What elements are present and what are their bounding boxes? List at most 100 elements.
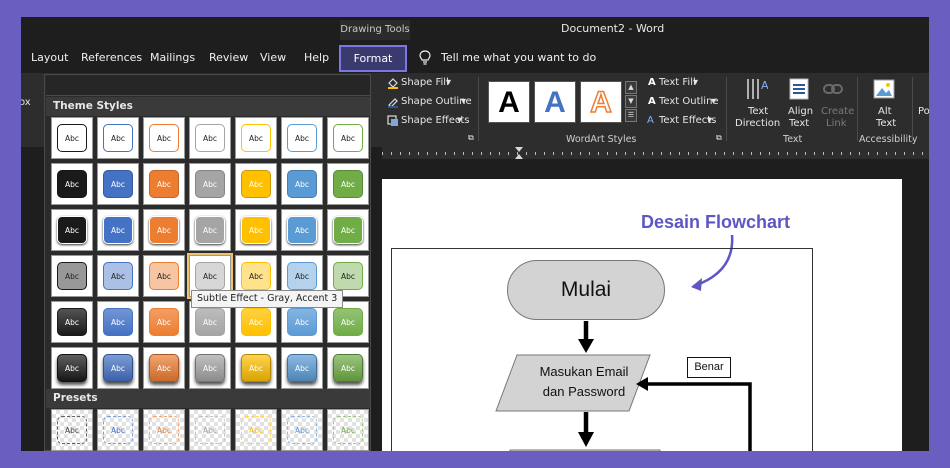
theme-style-tile-label: Abc (287, 170, 317, 198)
theme-style-tile[interactable]: Abc (235, 347, 277, 389)
document-title: Document2 - Word (561, 22, 665, 35)
text-fill-button[interactable]: Text Fill (659, 77, 696, 88)
theme-style-tile[interactable]: Abc (143, 301, 185, 343)
preset-style-tile[interactable]: Abc (143, 409, 185, 451)
chevron-down-icon: ▾ (693, 77, 699, 88)
dialog-launcher-icon[interactable]: ⧉ (716, 133, 722, 143)
preset-style-tile[interactable]: Abc (327, 409, 369, 451)
theme-style-tile[interactable]: Abc (51, 163, 93, 205)
theme-style-tile[interactable]: Abc (189, 209, 231, 251)
theme-style-tile[interactable]: Abc (189, 117, 231, 159)
theme-style-tile[interactable]: Abc (97, 163, 139, 205)
theme-style-tile[interactable]: Abc (189, 347, 231, 389)
theme-style-tile[interactable]: Abc (97, 347, 139, 389)
chevron-down-icon: ▾ (446, 77, 452, 88)
tab-view[interactable]: View (260, 51, 286, 64)
theme-style-tile[interactable]: Abc (97, 255, 139, 297)
indent-marker-icon[interactable] (515, 147, 523, 159)
gallery-more-button[interactable]: ☰ (625, 109, 637, 122)
preset-style-tile-label: Abc (57, 416, 87, 444)
chevron-down-icon: ▾ (707, 115, 713, 126)
text-direction-label-2[interactable]: Direction (735, 118, 780, 129)
presets-header: Presets (46, 389, 370, 408)
dialog-launcher-icon[interactable]: ⧉ (468, 133, 474, 143)
input-shape-text[interactable]: Masukan Email dan Password (514, 362, 654, 402)
theme-style-tile[interactable]: Abc (235, 163, 277, 205)
theme-style-tile[interactable]: Abc (51, 117, 93, 159)
theme-style-tile[interactable]: Abc (143, 347, 185, 389)
preset-style-tile[interactable]: Abc (97, 409, 139, 451)
theme-style-tile-label: Abc (57, 124, 87, 152)
theme-style-tile[interactable]: Abc (281, 347, 323, 389)
tab-references[interactable]: References (81, 51, 142, 64)
preset-style-tile[interactable]: Abc (235, 409, 277, 451)
tab-review[interactable]: Review (209, 51, 248, 64)
align-text-label-2[interactable]: Text (789, 118, 809, 129)
theme-style-tile[interactable]: Abc (235, 117, 277, 159)
theme-style-tile-label: Abc (241, 216, 271, 244)
theme-style-tile[interactable]: Abc (327, 347, 369, 389)
theme-style-tile[interactable]: Abc (327, 209, 369, 251)
wordart-styles-group-label: WordArt Styles (566, 134, 637, 145)
theme-style-tile[interactable]: Abc (327, 117, 369, 159)
theme-style-tile[interactable]: Abc (143, 255, 185, 297)
theme-style-tile[interactable]: Abc (143, 117, 185, 159)
preset-style-tile-label: Abc (195, 416, 225, 444)
alt-text-label-1[interactable]: Alt (878, 106, 892, 117)
theme-style-tile[interactable]: Abc (97, 117, 139, 159)
theme-style-tile[interactable]: Abc (281, 117, 323, 159)
tab-format[interactable]: Format (339, 45, 407, 72)
theme-style-tile-label: Abc (149, 124, 179, 152)
theme-style-tile-label: Abc (149, 308, 179, 336)
tab-help[interactable]: Help (304, 51, 329, 64)
theme-style-tile[interactable]: Abc (235, 209, 277, 251)
theme-style-tile-label: Abc (241, 124, 271, 152)
gallery-scroll-up[interactable]: ▲ (625, 81, 637, 94)
theme-style-tile-label: Abc (241, 170, 271, 198)
shape-effects-icon (387, 115, 398, 126)
theme-style-tile-label: Abc (103, 308, 133, 336)
wordart-style-orange-outline[interactable]: A (580, 81, 622, 123)
tab-layout[interactable]: Layout (31, 51, 68, 64)
theme-style-tile[interactable]: Abc (97, 301, 139, 343)
theme-style-tile[interactable]: Abc (327, 163, 369, 205)
text-outline-button[interactable]: Text Outline (659, 96, 719, 107)
theme-style-tile-label: Abc (57, 354, 87, 382)
wordart-style-black[interactable]: A (488, 81, 530, 123)
theme-style-tile[interactable]: Abc (143, 163, 185, 205)
position-label-cut[interactable]: Po (918, 106, 929, 117)
yes-label-box[interactable]: Benar (687, 357, 731, 378)
theme-style-tile[interactable]: Abc (51, 347, 93, 389)
horizontal-ruler[interactable] (382, 147, 929, 159)
preset-style-tile-label: Abc (103, 416, 133, 444)
preset-style-tile[interactable]: Abc (51, 409, 93, 451)
start-terminator-shape[interactable]: Mulai (507, 260, 665, 320)
create-link-label-1: Create (821, 106, 855, 117)
gallery-top-bar (46, 76, 370, 96)
wordart-style-blue[interactable]: A (534, 81, 576, 123)
preset-style-tile[interactable]: Abc (281, 409, 323, 451)
text-direction-label-1[interactable]: Text (748, 106, 768, 117)
theme-style-tile[interactable]: Abc (51, 209, 93, 251)
shape-fill-button[interactable]: Shape Fill (401, 77, 449, 88)
tab-mailings[interactable]: Mailings (150, 51, 195, 64)
theme-style-tile[interactable]: Abc (281, 163, 323, 205)
document-page[interactable]: Desain Flowchart Mulai Masukan Email dan… (382, 179, 902, 451)
alt-text-label-2[interactable]: Text (876, 118, 896, 129)
theme-style-tile[interactable]: Abc (281, 209, 323, 251)
theme-style-tile[interactable]: Abc (97, 209, 139, 251)
align-text-icon (789, 78, 809, 100)
theme-style-tile-label: Abc (57, 262, 87, 290)
theme-style-tile-label: Abc (195, 216, 225, 244)
align-text-label-1[interactable]: Align (788, 106, 813, 117)
theme-style-tile-label: Abc (195, 262, 225, 290)
theme-style-tile[interactable]: Abc (51, 255, 93, 297)
gallery-scroll-down[interactable]: ▼ (625, 95, 637, 108)
theme-style-tile[interactable]: Abc (143, 209, 185, 251)
ribbon-separator (726, 77, 727, 141)
theme-style-tile[interactable]: Abc (51, 301, 93, 343)
preset-style-tile[interactable]: Abc (189, 409, 231, 451)
tell-me-search[interactable]: Tell me what you want to do (441, 51, 596, 64)
theme-style-tile[interactable]: Abc (189, 163, 231, 205)
theme-style-tile-label: Abc (57, 308, 87, 336)
